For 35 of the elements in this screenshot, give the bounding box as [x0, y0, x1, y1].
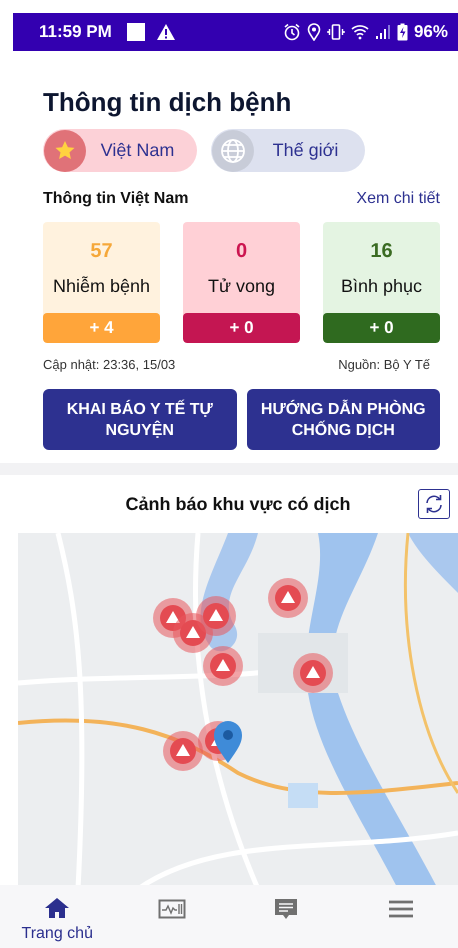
home-icon	[43, 895, 72, 921]
stat-label: Bình phục	[340, 275, 422, 297]
warning-icon	[156, 23, 176, 41]
stat-label: Tử vong	[208, 275, 276, 297]
stat-change: + 0	[323, 313, 440, 343]
stat-value: 57	[90, 239, 113, 263]
globe-icon	[212, 130, 254, 172]
stat-change: + 4	[43, 313, 160, 343]
battery-level: 96%	[414, 22, 448, 42]
action-button[interactable]: HƯỚNG DẪN PHÒNG CHỐNG DỊCH	[246, 389, 440, 450]
stat-label: Nhiễm bệnh	[52, 275, 150, 297]
section-title: Thông tin Việt Nam	[43, 189, 188, 209]
action-button[interactable]: KHAI BÁO Y TẾ TỰ NGUYỆN	[43, 389, 236, 450]
alarm-icon	[282, 23, 301, 41]
stat-value: 16	[370, 239, 393, 263]
page-title: Thông tin dịch bệnh	[43, 86, 292, 118]
details-link[interactable]: Xem chi tiết	[356, 189, 440, 209]
signal-icon	[374, 24, 391, 40]
region-tab[interactable]: Việt Nam	[43, 129, 197, 172]
battery-icon	[396, 23, 408, 41]
source-text: Nguồn: Bộ Y Tế	[338, 357, 430, 372]
map-title: Cảnh báo khu vực có dịch	[125, 494, 351, 514]
refresh-button[interactable]	[418, 489, 450, 519]
refresh-icon	[423, 493, 445, 515]
stat-value: 0	[236, 239, 248, 263]
nav-tab[interactable]: Trang chủ	[12, 885, 102, 943]
location-icon	[306, 23, 321, 41]
vibrate-icon	[326, 23, 345, 41]
stat-change: + 0	[183, 313, 300, 343]
update-time: Cập nhật: 23:36, 15/03	[43, 357, 176, 372]
wifi-icon	[350, 24, 369, 40]
star-flag-icon	[44, 130, 86, 172]
square-icon	[126, 22, 146, 42]
status-time: 11:59 PM	[39, 22, 112, 42]
region-tab[interactable]: Thế giới	[211, 129, 365, 172]
